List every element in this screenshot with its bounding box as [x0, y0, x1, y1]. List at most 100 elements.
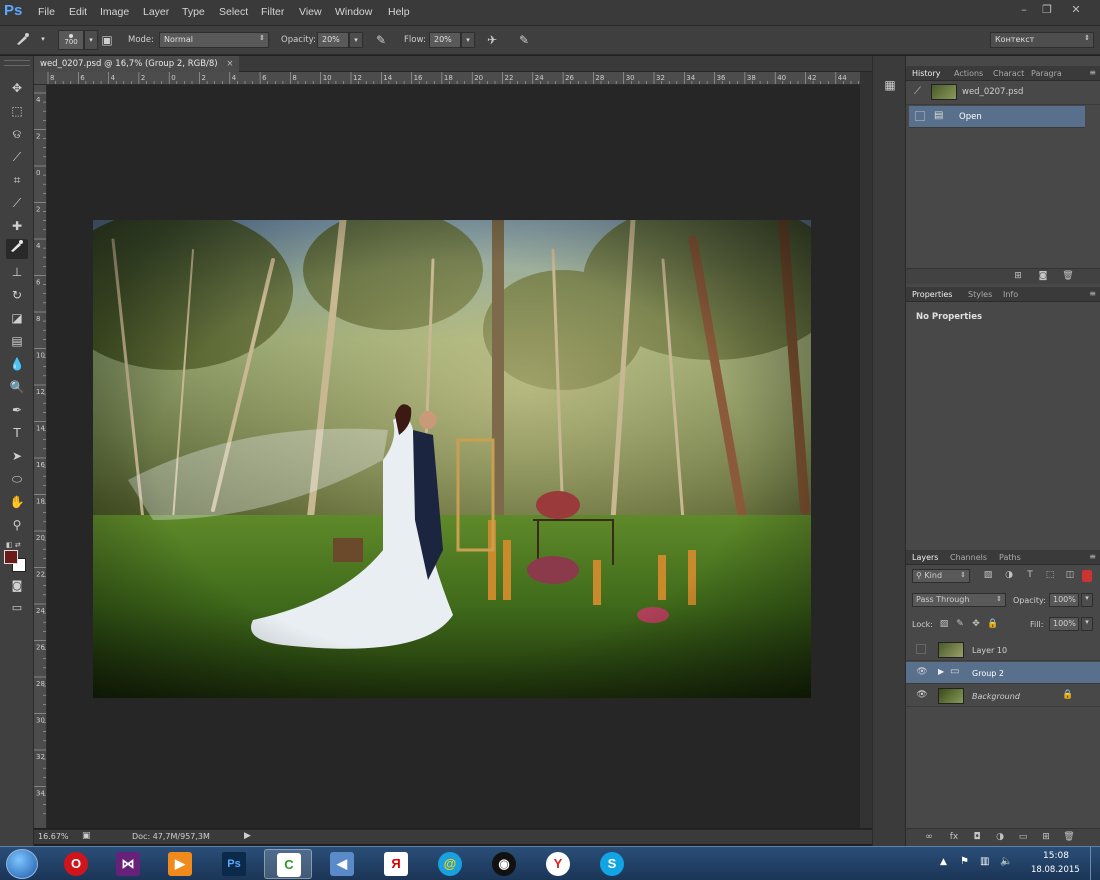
new-group-icon[interactable]: ▭: [1016, 832, 1030, 844]
filter-pixel-icon[interactable]: ▨: [981, 570, 995, 582]
menu-select[interactable]: Select: [219, 6, 248, 18]
zoom-level[interactable]: 16.67%: [38, 832, 69, 841]
screen-mode-icon[interactable]: ▭: [6, 598, 28, 618]
chevron-down-icon[interactable]: ▾: [84, 30, 98, 50]
tab-history[interactable]: History: [912, 69, 940, 78]
shape-tool-icon[interactable]: ⬭: [6, 469, 28, 489]
layer-row[interactable]: Layer 10: [906, 639, 1100, 661]
panel-collapse-icon[interactable]: ▦: [881, 78, 899, 94]
clock-date[interactable]: 18.08.2015: [1031, 865, 1080, 875]
volume-icon[interactable]: 🔈: [1000, 856, 1012, 867]
show-desktop-button[interactable]: [1090, 847, 1100, 880]
panel-menu-icon[interactable]: ≡: [1089, 68, 1096, 77]
taskbar-app-steam[interactable]: ◉: [480, 849, 528, 879]
type-tool-icon[interactable]: T: [6, 423, 28, 443]
tab-channels[interactable]: Channels: [950, 553, 987, 562]
layer-style-icon[interactable]: fx: [947, 832, 961, 844]
panel-menu-icon[interactable]: ≡: [1089, 552, 1096, 561]
taskbar-app-camtasia[interactable]: C: [264, 849, 312, 879]
menu-image[interactable]: Image: [100, 6, 129, 18]
brush-panel-toggle-icon[interactable]: ▣: [98, 32, 116, 48]
expand-arrow-icon[interactable]: ▶: [938, 667, 944, 676]
fill-input[interactable]: 100%: [1049, 617, 1079, 631]
taskbar-app-yandex-browser[interactable]: Y: [534, 849, 582, 879]
filter-toggle[interactable]: [1082, 570, 1092, 582]
eraser-tool-icon[interactable]: ◪: [6, 308, 28, 328]
menu-type[interactable]: Type: [182, 6, 205, 18]
blur-tool-icon[interactable]: 💧: [6, 354, 28, 374]
filter-shape-icon[interactable]: ⬚: [1043, 570, 1057, 582]
tab-styles[interactable]: Styles: [968, 290, 992, 299]
lasso-tool-icon[interactable]: ଡ: [6, 124, 28, 144]
lock-transparency-icon[interactable]: ▨: [937, 619, 951, 631]
taskbar-app-yandex[interactable]: Я: [372, 849, 420, 879]
vertical-scrollbar[interactable]: [860, 72, 872, 828]
link-layers-icon[interactable]: ∞: [922, 832, 936, 844]
visibility-checkbox[interactable]: [916, 644, 926, 654]
filter-smart-object-icon[interactable]: ◫: [1063, 570, 1077, 582]
snapshot-camera-icon[interactable]: ◙: [1036, 271, 1050, 283]
status-arrow-icon[interactable]: ▶: [244, 831, 251, 841]
flow-input[interactable]: 20%: [429, 32, 461, 48]
new-document-from-state-icon[interactable]: ⊞: [1011, 271, 1025, 283]
stamp-tool-icon[interactable]: ⊥: [6, 262, 28, 282]
zoom-tool-icon[interactable]: ⚲: [6, 515, 28, 535]
quick-select-tool-icon[interactable]: ⟋: [6, 147, 28, 167]
menu-window[interactable]: Window: [335, 6, 372, 18]
quick-mask-icon[interactable]: ◙: [6, 576, 28, 596]
tab-character[interactable]: Charact: [993, 69, 1024, 78]
dodge-tool-icon[interactable]: 🔍: [6, 377, 28, 397]
brush-tool-icon[interactable]: [6, 239, 28, 259]
layer-opacity-input[interactable]: 100%: [1049, 593, 1079, 607]
lock-pixels-icon[interactable]: ✎: [953, 619, 967, 631]
tab-properties[interactable]: Properties: [912, 290, 952, 299]
clock-time[interactable]: 15:08: [1043, 851, 1069, 861]
taskbar-app-speaker[interactable]: ◀: [318, 849, 366, 879]
tab-actions[interactable]: Actions: [954, 69, 983, 78]
vertical-ruler[interactable]: 4 2 0 2 4 6 8 10 12 14 16 18 20 22 24 26 28 30 32 34: [34, 85, 47, 828]
move-tool-icon[interactable]: ✥: [6, 78, 28, 98]
history-item[interactable]: ▤ Open: [909, 106, 1085, 128]
taskbar-app-mail[interactable]: @: [426, 849, 474, 879]
taskbar-app-photoshop[interactable]: Ps: [210, 849, 258, 879]
tab-paragraph[interactable]: Paragra: [1031, 69, 1062, 78]
eyedropper-tool-icon[interactable]: ⟋: [6, 193, 28, 213]
eye-icon[interactable]: 👁: [916, 667, 928, 679]
chevron-down-icon[interactable]: ▾: [349, 32, 363, 48]
default-colors-icon[interactable]: ◧ ⇄: [6, 541, 21, 549]
add-mask-icon[interactable]: ◘: [970, 832, 984, 844]
trash-icon[interactable]: 🗑: [1062, 832, 1076, 844]
menu-view[interactable]: View: [299, 6, 322, 18]
menu-file[interactable]: File: [38, 6, 55, 18]
horizontal-ruler[interactable]: 8 6 4 2 0 2 4 6 8 10 12 14 16 18 20 22 24 26 28 30 32 34 36 38 4…: [34, 72, 860, 85]
menu-edit[interactable]: Edit: [69, 6, 87, 18]
action-center-flag-icon[interactable]: ⚑: [960, 856, 969, 867]
new-layer-icon[interactable]: ⊞: [1039, 832, 1053, 844]
pressure-size-icon[interactable]: ✎: [515, 32, 533, 48]
status-menu-icon[interactable]: ▣: [82, 831, 91, 841]
close-window-button[interactable]: ✕: [1067, 3, 1085, 17]
start-button[interactable]: [6, 849, 38, 879]
minimize-button[interactable]: –: [1015, 3, 1033, 17]
chevron-down-icon[interactable]: ▾: [36, 32, 50, 48]
history-brush-source-icon[interactable]: ⟋: [914, 86, 921, 97]
history-checkbox[interactable]: [915, 111, 925, 121]
pressure-opacity-icon[interactable]: ✎: [372, 32, 390, 48]
brush-tool-preset-icon[interactable]: [14, 32, 32, 48]
filter-type-icon[interactable]: T: [1023, 570, 1037, 582]
chevron-down-icon[interactable]: ▾: [1081, 593, 1093, 607]
airbrush-icon[interactable]: ✈: [483, 32, 501, 48]
blend-mode-select[interactable]: Pass Through ⇕: [912, 593, 1006, 607]
layer-row[interactable]: 👁 Background 🔒: [906, 685, 1100, 707]
path-select-tool-icon[interactable]: ➤: [6, 446, 28, 466]
chevron-down-icon[interactable]: ▾: [1081, 617, 1093, 631]
taskbar-app-skype[interactable]: S: [588, 849, 636, 879]
lock-position-icon[interactable]: ✥: [969, 619, 983, 631]
network-icon[interactable]: ▥: [980, 856, 989, 867]
taskbar-app-opera[interactable]: O: [52, 849, 100, 879]
toolbox-grip[interactable]: [4, 60, 30, 66]
history-snapshot[interactable]: ⟋ wed_0207.psd: [906, 81, 1100, 105]
menu-layer[interactable]: Layer: [143, 6, 169, 18]
crop-tool-icon[interactable]: ⌗: [6, 170, 28, 190]
lock-all-icon[interactable]: 🔒: [986, 619, 1000, 631]
